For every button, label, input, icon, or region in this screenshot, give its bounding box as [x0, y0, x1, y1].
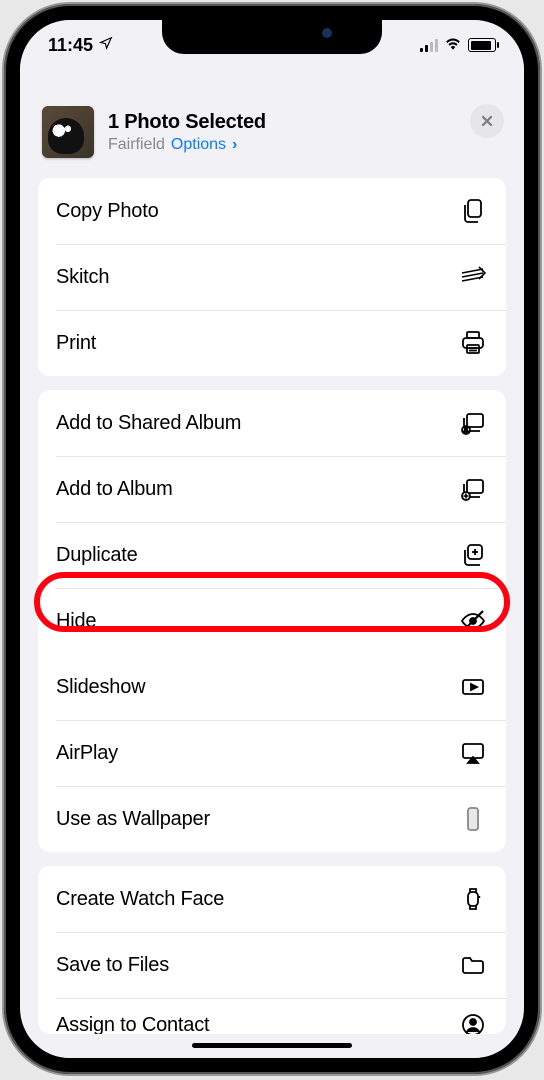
share-sheet: 1 Photo Selected Fairfield Options ›	[26, 92, 518, 1058]
airplay-icon	[458, 738, 488, 768]
action-save-files[interactable]: Save to Files	[38, 932, 506, 998]
photo-thumbnail[interactable]	[42, 106, 94, 158]
action-group-3: Create Watch Face Save to Files Assign t…	[38, 866, 506, 1034]
shared-album-icon	[458, 408, 488, 438]
action-slideshow[interactable]: Slideshow	[38, 654, 506, 720]
action-group-1: Copy Photo Skitch Print	[38, 178, 506, 376]
power-button	[538, 294, 540, 394]
action-label: Skitch	[56, 266, 109, 289]
notch	[162, 20, 382, 54]
action-label: Use as Wallpaper	[56, 808, 210, 831]
phone-rect-icon	[458, 804, 488, 834]
skitch-icon	[458, 262, 488, 292]
action-label: Save to Files	[56, 954, 169, 977]
cell-signal-icon	[420, 38, 438, 52]
action-assign-contact[interactable]: Assign to Contact	[38, 998, 506, 1034]
action-copy-photo[interactable]: Copy Photo	[38, 178, 506, 244]
action-label: Add to Shared Album	[56, 412, 241, 435]
status-indicators	[420, 36, 496, 55]
action-add-album[interactable]: Add to Album	[38, 456, 506, 522]
close-button[interactable]	[470, 104, 504, 138]
watch-icon	[458, 884, 488, 914]
volume-up-button	[4, 274, 6, 346]
status-time: 11:45	[48, 35, 93, 56]
action-label: AirPlay	[56, 742, 118, 765]
battery-icon	[468, 38, 496, 52]
play-rect-icon	[458, 672, 488, 702]
options-link[interactable]: Options	[171, 136, 226, 154]
home-indicator[interactable]	[192, 1043, 352, 1048]
wifi-icon	[444, 36, 462, 55]
screen: 11:45 1 Photo Selected Fairfie	[20, 20, 524, 1058]
action-label: Assign to Contact	[56, 1014, 209, 1035]
action-label: Create Watch Face	[56, 888, 224, 911]
action-wallpaper[interactable]: Use as Wallpaper	[38, 786, 506, 852]
iphone-device-frame: 11:45 1 Photo Selected Fairfie	[4, 4, 540, 1074]
action-label: Add to Album	[56, 478, 173, 501]
hide-icon	[458, 606, 488, 636]
action-label: Duplicate	[56, 544, 138, 567]
print-icon	[458, 328, 488, 358]
sheet-subtitle: Fairfield Options ›	[108, 136, 502, 154]
action-duplicate[interactable]: Duplicate	[38, 522, 506, 588]
action-label: Hide	[56, 610, 96, 633]
header-text: 1 Photo Selected Fairfield Options ›	[108, 111, 502, 154]
status-time-group: 11:45	[48, 35, 113, 56]
action-label: Slideshow	[56, 676, 145, 699]
location-icon	[99, 36, 113, 55]
volume-down-button	[4, 364, 6, 436]
actions-scroll[interactable]: Copy Photo Skitch Print	[26, 178, 518, 1058]
folder-icon	[458, 950, 488, 980]
action-airplay[interactable]: AirPlay	[38, 720, 506, 786]
subtitle-location: Fairfield	[108, 136, 165, 154]
action-watch-face[interactable]: Create Watch Face	[38, 866, 506, 932]
action-add-shared-album[interactable]: Add to Shared Album	[38, 390, 506, 456]
action-group-2: Add to Shared Album Add to Album Duplica…	[38, 390, 506, 852]
sheet-title: 1 Photo Selected	[108, 111, 502, 134]
duplicate-icon	[458, 540, 488, 570]
contact-icon	[458, 1010, 488, 1034]
action-print[interactable]: Print	[38, 310, 506, 376]
silent-switch	[4, 204, 6, 244]
add-album-icon	[458, 474, 488, 504]
chevron-right-icon: ›	[232, 136, 237, 154]
action-hide[interactable]: Hide	[38, 588, 506, 654]
action-label: Copy Photo	[56, 200, 159, 223]
action-label: Print	[56, 332, 96, 355]
sheet-header: 1 Photo Selected Fairfield Options ›	[26, 92, 518, 178]
copy-icon	[458, 196, 488, 226]
action-skitch[interactable]: Skitch	[38, 244, 506, 310]
